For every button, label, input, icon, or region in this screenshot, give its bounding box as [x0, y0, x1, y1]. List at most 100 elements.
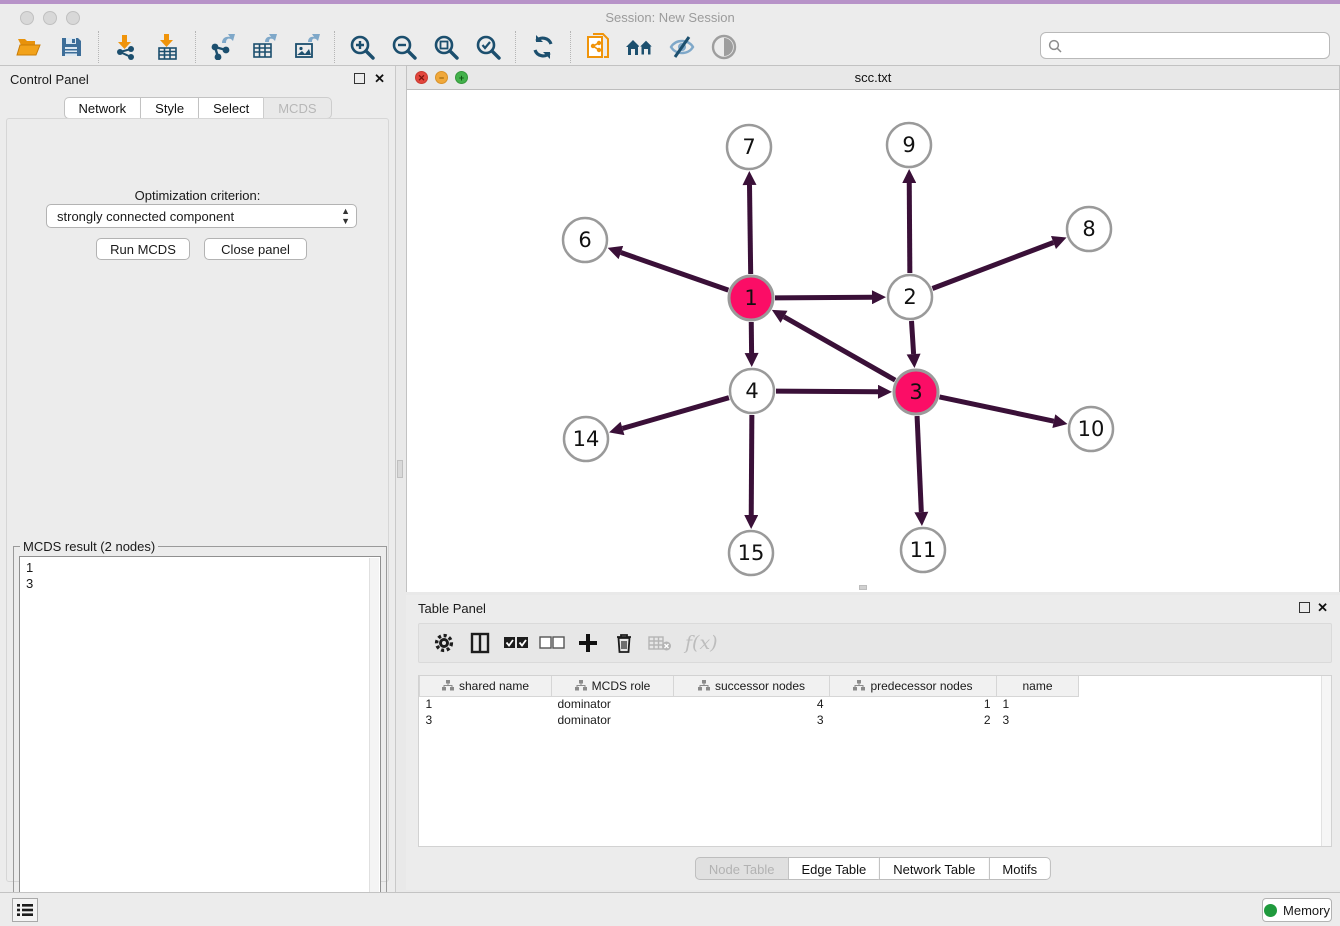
graph-node-3[interactable]: 3: [894, 370, 938, 414]
column-header-shared-name[interactable]: shared name: [420, 676, 552, 696]
column-type-icon: [442, 680, 454, 691]
graph-edge-3-11[interactable]: [917, 416, 921, 512]
graph-edge-2-9[interactable]: [909, 183, 910, 273]
memory-button[interactable]: Memory: [1262, 898, 1332, 922]
graph-node-10[interactable]: 10: [1069, 407, 1113, 451]
graph-edge-1-2[interactable]: [775, 297, 872, 298]
table-settings-gear-icon[interactable]: [427, 628, 461, 658]
delete-table-icon[interactable]: [643, 628, 677, 658]
close-panel-icon[interactable]: ✕: [1317, 601, 1328, 614]
network-canvas[interactable]: 7 9 6 8 1 2 4 3 14 10 15 11: [407, 90, 1339, 592]
tab-mcds[interactable]: MCDS: [263, 97, 331, 119]
table-row[interactable]: 3 dominator 3 2 3: [420, 712, 1079, 728]
column-type-icon: [698, 680, 710, 691]
table-scrollbar[interactable]: [1321, 676, 1331, 846]
column-header-mcds-role[interactable]: MCDS role: [552, 676, 674, 696]
criterion-select[interactable]: strongly connected component ▲▼: [46, 204, 357, 228]
close-panel-button[interactable]: Close panel: [204, 238, 307, 260]
graph-edge-4-14[interactable]: [623, 398, 729, 429]
refresh-icon[interactable]: [525, 31, 561, 63]
graph-edge-1-6[interactable]: [621, 253, 728, 291]
graph-edge-1-7[interactable]: [750, 185, 751, 274]
column-type-icon: [575, 680, 587, 691]
tab-edge-table[interactable]: Edge Table: [787, 857, 879, 880]
zoom-in-icon[interactable]: [344, 31, 380, 63]
export-table-icon[interactable]: [247, 31, 283, 63]
float-panel-icon[interactable]: [354, 73, 365, 84]
hide-selected-icon[interactable]: [664, 31, 700, 63]
unselect-all-columns-icon[interactable]: [535, 628, 569, 658]
memory-label: Memory: [1283, 903, 1330, 918]
svg-text:11: 11: [910, 538, 937, 562]
search-input[interactable]: [1062, 36, 1329, 56]
delete-column-trash-icon[interactable]: [607, 628, 641, 658]
graph-node-11[interactable]: 11: [901, 528, 945, 572]
tab-node-table[interactable]: Node Table: [695, 857, 788, 880]
graph-node-2[interactable]: 2: [888, 275, 932, 319]
graph-node-14[interactable]: 14: [564, 417, 608, 461]
show-all-icon[interactable]: [706, 31, 742, 63]
graph-edge-4-15[interactable]: [751, 415, 752, 515]
import-table-icon[interactable]: [150, 31, 186, 63]
graph-node-8[interactable]: 8: [1067, 207, 1111, 251]
create-column-plus-icon[interactable]: [571, 628, 605, 658]
toolbar-search[interactable]: [1040, 32, 1330, 59]
tab-motifs[interactable]: Motifs: [988, 857, 1051, 880]
graph-node-4[interactable]: 4: [730, 369, 774, 413]
open-file-icon[interactable]: [11, 31, 47, 63]
mcds-result-text[interactable]: 1 3: [19, 556, 381, 919]
column-header-successor-nodes[interactable]: successor nodes: [674, 676, 830, 696]
svg-text:15: 15: [738, 541, 765, 565]
toolbar-separator: [334, 31, 335, 63]
toolbar-separator: [98, 31, 99, 63]
run-mcds-button[interactable]: Run MCDS: [96, 238, 190, 260]
result-scrollbar[interactable]: [369, 558, 379, 917]
export-network-icon[interactable]: [205, 31, 241, 63]
graph-edge-3-1[interactable]: [784, 317, 895, 380]
zoom-fit-icon[interactable]: [428, 31, 464, 63]
tab-select[interactable]: Select: [198, 97, 263, 119]
save-session-icon[interactable]: [53, 31, 89, 63]
show-columns-icon[interactable]: [463, 628, 497, 658]
close-panel-icon[interactable]: ✕: [374, 72, 385, 85]
tab-network[interactable]: Network: [63, 97, 140, 119]
svg-text:8: 8: [1082, 217, 1095, 241]
tab-network-table[interactable]: Network Table: [879, 857, 988, 880]
tab-style[interactable]: Style: [140, 97, 198, 119]
task-history-button[interactable]: [12, 898, 38, 922]
column-header-name[interactable]: name: [997, 676, 1079, 696]
graph-edge-2-8[interactable]: [932, 242, 1053, 288]
function-builder-icon[interactable]: f(x): [685, 632, 718, 654]
node-table: shared name MCDS role successor nodes pr…: [419, 676, 1079, 728]
graph-node-6[interactable]: 6: [563, 218, 607, 262]
float-panel-icon[interactable]: [1299, 602, 1310, 613]
canvas-splitter-handle[interactable]: [859, 585, 867, 590]
import-network-icon[interactable]: [108, 31, 144, 63]
export-image-icon[interactable]: [289, 31, 325, 63]
result-line: 3: [26, 576, 380, 592]
zoom-out-icon[interactable]: [386, 31, 422, 63]
result-line: 1: [26, 560, 380, 576]
zoom-selected-icon[interactable]: [470, 31, 506, 63]
graph-node-9[interactable]: 9: [887, 123, 931, 167]
window-title: Session: New Session: [0, 10, 1340, 25]
graph-node-1[interactable]: 1: [729, 276, 773, 320]
column-header-predecessor-nodes[interactable]: predecessor nodes: [830, 676, 997, 696]
network-graph[interactable]: 7 9 6 8 1 2 4 3 14 10 15 11: [407, 90, 1339, 592]
graph-edge-2-3[interactable]: [912, 321, 914, 354]
table-panel-title: Table Panel: [418, 601, 486, 616]
svg-text:6: 6: [578, 228, 591, 252]
new-network-from-selection-icon[interactable]: [580, 31, 616, 63]
select-all-columns-icon[interactable]: [499, 628, 533, 658]
graph-edge-4-3[interactable]: [776, 391, 878, 392]
control-panel-tabs: Network Style Select MCDS: [63, 97, 331, 119]
first-neighbors-icon[interactable]: [622, 31, 658, 63]
graph-edge-3-10[interactable]: [939, 397, 1053, 421]
table-row[interactable]: 1 dominator 4 1 1: [420, 696, 1079, 712]
graph-node-15[interactable]: 15: [729, 531, 773, 575]
panel-splitter-handle[interactable]: [397, 460, 403, 478]
graph-node-7[interactable]: 7: [727, 125, 771, 169]
column-type-icon: [853, 680, 865, 691]
svg-text:2: 2: [903, 285, 916, 309]
network-window-titlebar[interactable]: ✕ − + scc.txt: [407, 66, 1339, 90]
